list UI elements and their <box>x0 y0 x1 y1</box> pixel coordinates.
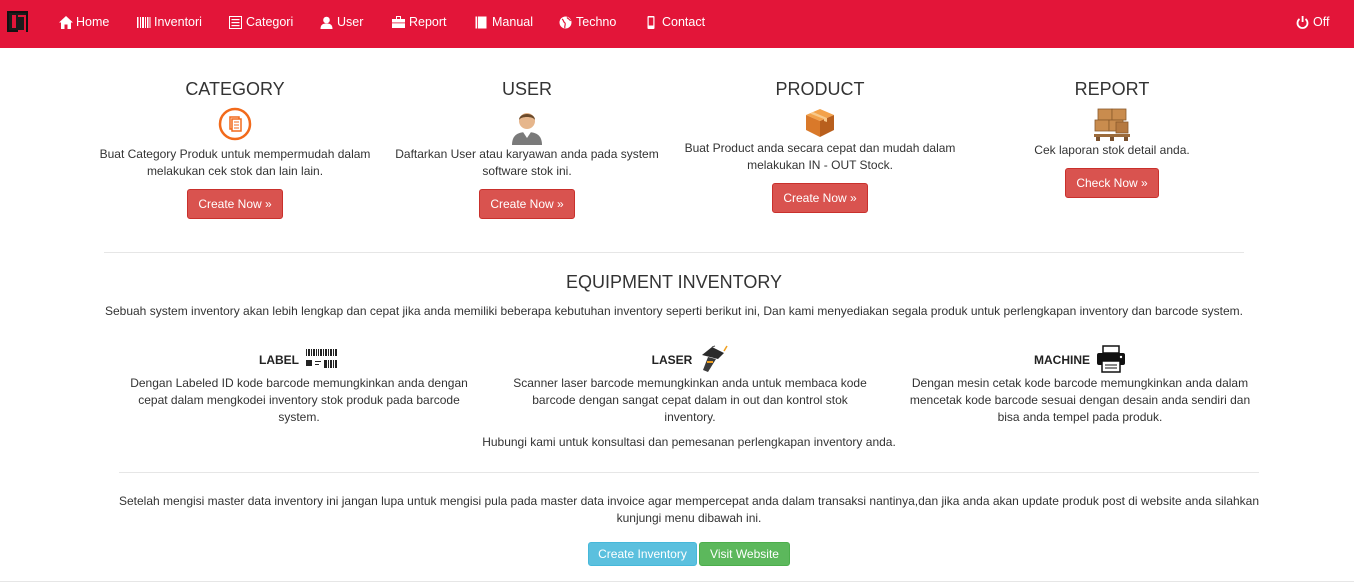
divider <box>0 581 1354 582</box>
nav-contact-label: Contact <box>662 15 706 29</box>
contact-line: Hubungi kami untuk konsultasi dan pemesa… <box>482 435 896 449</box>
create-inventory-button[interactable]: Create Inventory <box>588 542 697 566</box>
nav-techno-label: Techno <box>576 15 617 29</box>
equipment-laser-title: LASER <box>651 353 693 367</box>
divider <box>119 472 1259 473</box>
barcode-label-icon <box>305 347 339 374</box>
check-report-button[interactable]: Check Now » <box>1065 168 1159 198</box>
laser-scanner-icon <box>698 345 728 376</box>
feature-title: CATEGORY <box>185 79 285 99</box>
feature-text: Buat Category Produk untuk mempermudah d… <box>99 147 371 178</box>
feature-user: USER Daftarkan User atau karyawan anda p… <box>381 78 673 219</box>
feature-title: PRODUCT <box>775 79 865 99</box>
logout-button[interactable]: Off <box>1296 15 1329 29</box>
feature-report: REPORT Cek laporan stok detail anda. Che… <box>966 78 1258 198</box>
product-box-icon <box>804 107 836 142</box>
nav-home-label: Home <box>76 15 110 29</box>
feature-text: Cek laporan stok detail anda. <box>1034 143 1190 157</box>
equipment-description: Sebuah system inventory akan lebih lengk… <box>104 304 1243 318</box>
nav-report[interactable]: Report <box>392 15 447 29</box>
printer-icon <box>1096 344 1126 376</box>
equipment-laser: LASER Scanner laser barcode memungkinkan… <box>510 345 870 426</box>
nav-categori-label: Categori <box>246 15 294 29</box>
nav-user-label: User <box>337 15 364 29</box>
feature-title: USER <box>501 79 552 99</box>
nav-inventori-label: Inventori <box>154 15 202 29</box>
nav-categori[interactable]: Categori <box>229 15 293 29</box>
footer-note: Setelah mengisi master data inventory in… <box>118 494 1260 525</box>
category-icon <box>218 107 252 144</box>
equipment-machine-text: Dengan mesin cetak kode barcode memungki… <box>909 376 1251 424</box>
equipment-machine-title: MACHINE <box>1034 353 1090 367</box>
nav-report-label: Report <box>409 15 447 29</box>
equipment-machine: MACHINE Dengan mesin cetak kode barcode … <box>900 344 1260 426</box>
nav-manual-label: Manual <box>492 15 533 29</box>
briefcase-icon <box>392 15 406 29</box>
barcode-icon <box>137 16 151 29</box>
nav-contact[interactable]: Contact <box>645 15 705 29</box>
create-product-button[interactable]: Create Now » <box>772 183 868 213</box>
equipment-label-title: LABEL <box>259 353 299 367</box>
phone-icon <box>645 15 659 29</box>
nav-manual[interactable]: Manual <box>475 15 533 29</box>
equipment-label: LABEL Dengan Labeled ID kode barcode mem… <box>119 345 479 426</box>
equipment-title: EQUIPMENT INVENTORY <box>565 272 783 292</box>
book-icon <box>475 16 489 29</box>
create-category-button[interactable]: Create Now » <box>187 189 283 219</box>
list-icon <box>229 15 243 29</box>
visit-website-button[interactable]: Visit Website <box>699 542 790 566</box>
user-icon <box>320 16 334 29</box>
logout-label: Off <box>1313 15 1330 29</box>
divider <box>104 252 1244 253</box>
globe-icon <box>559 16 573 29</box>
feature-text: Daftarkan User atau karyawan anda pada s… <box>395 147 659 178</box>
feature-category: CATEGORY Buat Category Produk untuk memp… <box>89 78 381 219</box>
user-avatar-icon <box>508 107 546 148</box>
power-icon <box>1296 15 1310 29</box>
feature-product: PRODUCT Buat Product anda secara cepat d… <box>674 78 966 213</box>
nav-home[interactable]: Home <box>59 15 109 29</box>
home-icon <box>59 15 73 29</box>
feature-title: REPORT <box>1074 79 1150 99</box>
equipment-label-text: Dengan Labeled ID kode barcode memungkin… <box>130 376 468 424</box>
brand-logo[interactable] <box>7 11 28 32</box>
create-user-button[interactable]: Create Now » <box>479 189 575 219</box>
nav-inventori[interactable]: Inventori <box>137 15 202 29</box>
nav-techno[interactable]: Techno <box>559 15 616 29</box>
nav-user[interactable]: User <box>320 15 363 29</box>
top-navbar: Home Inventori Categori User Report Manu… <box>0 0 1354 48</box>
equipment-laser-text: Scanner laser barcode memungkinkan anda … <box>513 376 867 424</box>
feature-text: Buat Product anda secara cepat dan mudah… <box>684 141 956 172</box>
